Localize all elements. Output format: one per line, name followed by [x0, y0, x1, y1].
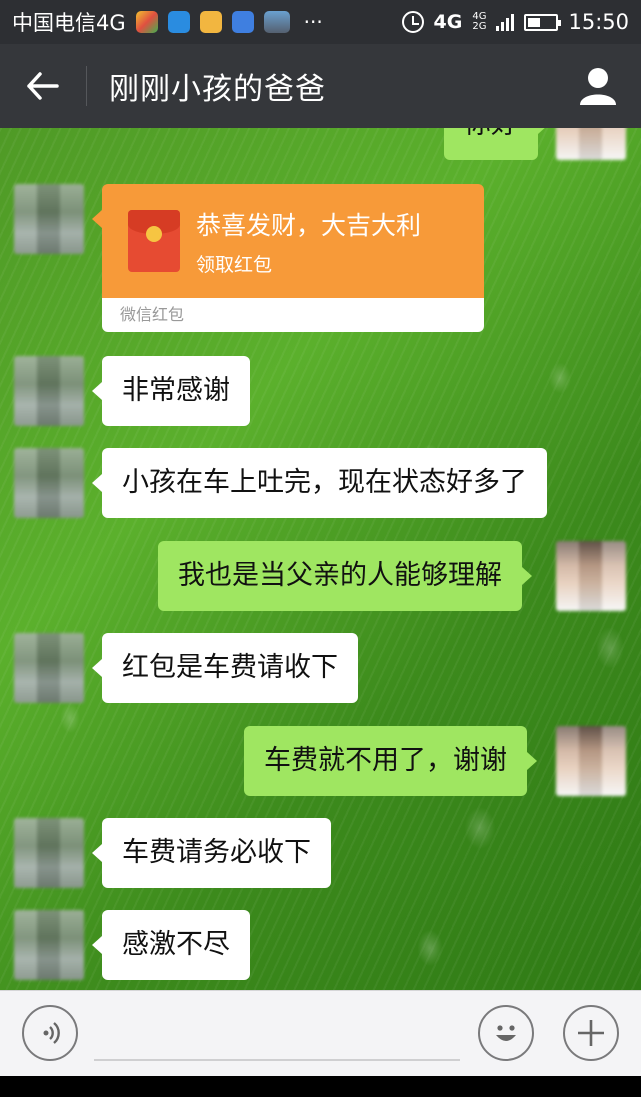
red-packet-subtitle: 领取红包 [196, 253, 273, 276]
chat-input-bar [0, 990, 641, 1076]
message-bubble-other[interactable]: 非常感谢 [92, 356, 250, 426]
message-bubble-other[interactable]: 小孩在车上吐完，现在状态好多了 [92, 448, 547, 518]
browser-notification-icon [231, 11, 254, 33]
message-bubble-mine[interactable]: 你好 [444, 128, 548, 160]
map-notification-icon [167, 11, 190, 33]
shopping-notification-icon [199, 11, 222, 33]
plus-icon [578, 1020, 604, 1046]
emoji-icon [496, 1025, 516, 1041]
chat-message-list[interactable]: 你好 恭喜发财，大吉大利 领取红包 微信红包 非常感谢 小孩在车上吐完，现在状态… [0, 128, 641, 990]
alarm-icon [401, 11, 424, 33]
photo-notification-icon [263, 11, 290, 33]
app-notification-icon [135, 11, 158, 33]
chat-title: 刚刚小孩的爸爸 [109, 72, 326, 107]
more-notifications-icon: ··· [303, 10, 323, 34]
message-bubble-other[interactable]: 感激不尽 [92, 910, 250, 980]
message-bubble-mine[interactable]: 我也是当父亲的人能够理解 [158, 541, 532, 611]
status-bar: 中国电信4G ··· 4G 4G 2G 15:50 [0, 0, 641, 44]
red-packet-footer: 微信红包 [102, 298, 484, 332]
contact-avatar[interactable] [14, 356, 84, 426]
contact-avatar[interactable] [14, 184, 84, 254]
contact-avatar[interactable] [14, 633, 84, 703]
chat-header: 刚刚小孩的爸爸 [0, 44, 641, 128]
clock: 15:50 [568, 10, 629, 34]
message-bubble-other[interactable]: 车费请务必收下 [92, 818, 331, 888]
my-avatar[interactable] [556, 726, 626, 796]
contact-avatar[interactable] [14, 448, 84, 518]
voice-input-button[interactable] [22, 1005, 78, 1061]
message-input[interactable] [94, 1059, 460, 1061]
carrier-label: 中国电信4G [12, 11, 126, 35]
network-type-label: 4G [433, 11, 463, 33]
contact-avatar[interactable] [14, 818, 84, 888]
voice-icon [43, 1022, 60, 1044]
system-nav-bar [0, 1076, 641, 1097]
more-functions-button[interactable] [563, 1005, 619, 1061]
red-packet-card[interactable]: 恭喜发财，大吉大利 领取红包 微信红包 [92, 184, 484, 332]
signal-icon [496, 13, 515, 31]
battery-icon [524, 13, 562, 31]
red-packet-body: 恭喜发财，大吉大利 领取红包 [92, 184, 484, 298]
my-avatar[interactable] [556, 541, 626, 611]
contact-avatar[interactable] [14, 910, 84, 980]
person-icon [580, 68, 616, 105]
back-button[interactable] [0, 44, 86, 128]
message-bubble-other[interactable]: 红包是车费请收下 [92, 633, 358, 703]
emoji-button[interactable] [478, 1005, 534, 1061]
red-packet-title: 恭喜发财，大吉大利 [196, 210, 422, 240]
message-bubble-mine[interactable]: 车费就不用了，谢谢 [244, 726, 537, 796]
header-divider [86, 66, 87, 106]
red-envelope-icon [128, 210, 180, 272]
secondary-network-label: 4G 2G [472, 11, 487, 32]
back-arrow-icon [27, 72, 59, 100]
my-avatar[interactable] [556, 128, 626, 160]
contact-profile-button[interactable] [555, 44, 641, 128]
